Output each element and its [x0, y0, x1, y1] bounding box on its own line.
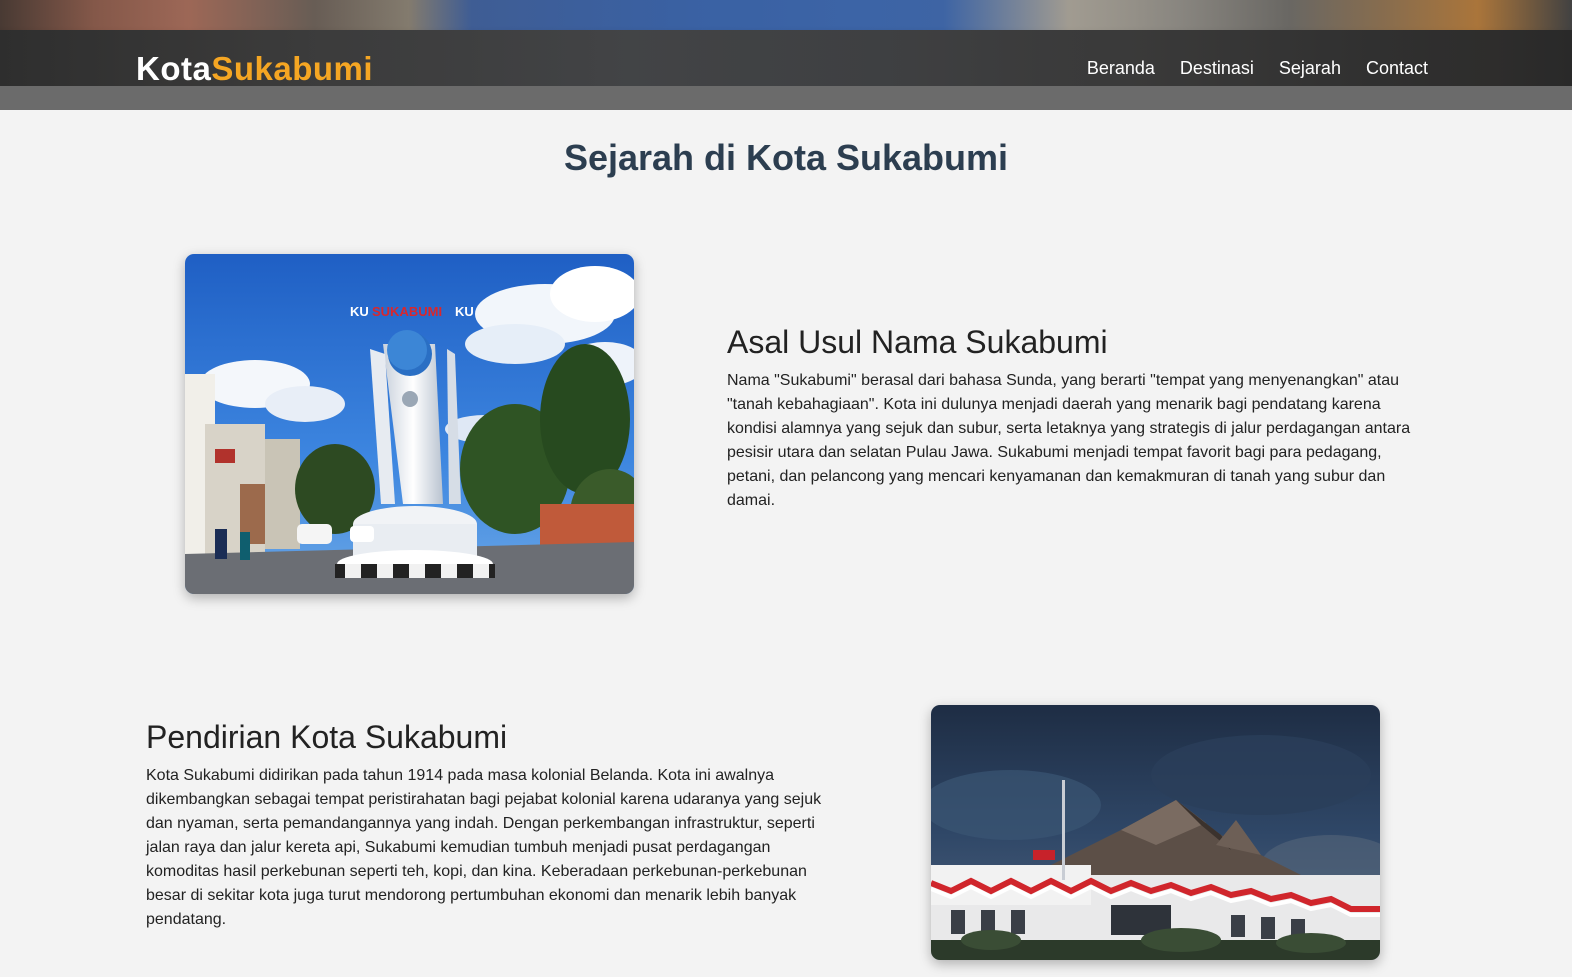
- logo-part-sukabumi: Sukabumi: [211, 50, 374, 87]
- main-nav: Beranda Destinasi Sejarah Contact: [1087, 58, 1428, 79]
- city-hall-image: [931, 705, 1380, 960]
- monument-image: KU SUKABUMI KU: [185, 254, 634, 594]
- nav-destinasi[interactable]: Destinasi: [1180, 58, 1254, 79]
- page-title: Sejarah di Kota Sukabumi: [563, 137, 1009, 178]
- nav-sejarah[interactable]: Sejarah: [1279, 58, 1341, 79]
- nav-contact[interactable]: Contact: [1366, 58, 1428, 79]
- city-hall-photo: [931, 705, 1380, 960]
- sign-text-sukabumi: SUKABUMI: [372, 304, 442, 319]
- header-banner-top: [0, 0, 1572, 30]
- nav-beranda[interactable]: Beranda: [1087, 58, 1155, 79]
- section-title-asal-usul: Asal Usul Nama Sukabumi: [727, 324, 1108, 360]
- section-text-asal-usul: Nama "Sukabumi" berasal dari bahasa Sund…: [727, 372, 1411, 509]
- sign-text-ku-left: KU: [350, 304, 369, 319]
- sign-text-ku-right: KU: [455, 304, 474, 319]
- logo-part-kota: Kota: [136, 50, 212, 87]
- section-text-pendirian: Kota Sukabumi didirikan pada tahun 1914 …: [146, 767, 822, 928]
- monument-photo: KU SUKABUMI KU: [185, 254, 634, 594]
- site-header: KotaSukabumi Beranda Destinasi Sejarah C…: [0, 0, 1572, 110]
- section-title-pendirian: Pendirian Kota Sukabumi: [146, 719, 508, 755]
- site-logo[interactable]: KotaSukabumi: [136, 50, 373, 88]
